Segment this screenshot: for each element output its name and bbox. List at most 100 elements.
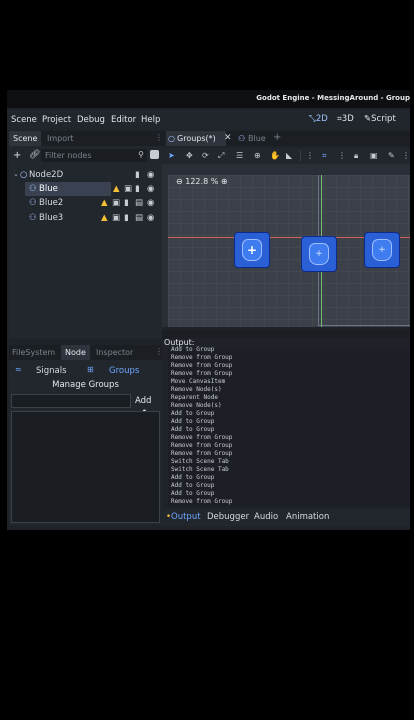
- menu-scene[interactable]: Scene: [11, 115, 37, 125]
- sprite-node-icon: ⚇: [29, 198, 37, 208]
- tab-output[interactable]: •Output: [166, 512, 201, 522]
- tab-node[interactable]: Node: [61, 345, 90, 360]
- tab-import[interactable]: Import: [47, 134, 74, 143]
- smart-snap-icon[interactable]: ⋮: [306, 151, 314, 160]
- lock-icon[interactable]: 🔒︎: [354, 151, 358, 161]
- tab-animation[interactable]: Animation: [286, 512, 329, 522]
- collapse-arrow-icon[interactable]: ⌄: [13, 170, 19, 178]
- selection-pivot-icon: +: [246, 243, 258, 257]
- menu-editor[interactable]: Editor: [111, 115, 136, 125]
- list-select-icon[interactable]: ☰: [236, 151, 243, 160]
- pan-tool-icon[interactable]: ✋: [270, 151, 280, 160]
- rotate-tool-icon[interactable]: ⟳: [202, 151, 209, 160]
- tab-scene[interactable]: Scene: [9, 131, 42, 146]
- add-tab-icon[interactable]: +: [273, 132, 281, 143]
- filter-nodes-input[interactable]: Filter nodes ⚲: [41, 149, 147, 162]
- log-line: Remove from Group: [171, 370, 233, 377]
- node-dock: FileSystem Node Inspector ⋮ ≈ Signals ⊞ …: [9, 345, 163, 525]
- tree-item-blue3[interactable]: ⚇ Blue3 ▲ ▣ ▮ ▤ ◉: [9, 211, 164, 225]
- scale-tool-icon[interactable]: ⤢: [218, 151, 224, 161]
- select-tool-icon[interactable]: ➤: [168, 151, 175, 160]
- bottom-panel-tabs: •Output Debugger Audio Animation: [162, 509, 410, 526]
- tab-groups-scene[interactable]: ○ Groups(*): [166, 131, 226, 146]
- script-icon[interactable]: ▮: [124, 213, 129, 223]
- log-line: Remove Node(s): [171, 402, 222, 409]
- workspace-2d-button[interactable]: ⤡2D: [309, 114, 328, 124]
- scene-dock: Scene Import ⋮ + 🔗︎ Filter nodes ⚲ ⌄ ○ N…: [9, 131, 164, 339]
- log-line: Switch Scene Tab: [171, 466, 229, 473]
- ruler-tool-icon[interactable]: ◣: [286, 151, 292, 160]
- zoom-out-icon[interactable]: ⊖: [176, 177, 183, 186]
- add-group-button[interactable]: Add: [135, 396, 151, 406]
- log-line: Remove from Group: [171, 498, 233, 505]
- title-bar: Godot Engine - MessingAround - Group: [7, 90, 410, 108]
- visibility-eye-icon[interactable]: ◉: [147, 198, 154, 208]
- log-line: Add to Group: [171, 418, 215, 425]
- dock-menu-icon[interactable]: ⋮: [155, 347, 163, 356]
- grid-snap-icon[interactable]: ⌗: [322, 151, 327, 161]
- script-icon[interactable]: ▮: [124, 198, 129, 208]
- output-log[interactable]: Add to Group Remove from Group Remove fr…: [168, 346, 410, 506]
- tree-item-blue[interactable]: ⚇ Blue ▲ ▣ ▮ ◉: [9, 182, 164, 196]
- groups-icon[interactable]: ▣: [112, 213, 120, 223]
- warning-icon[interactable]: ▲: [113, 184, 120, 194]
- workspace-3d-button[interactable]: ⌗3D: [337, 114, 354, 124]
- pivot-tool-icon[interactable]: ⊕: [254, 151, 261, 160]
- tree-item-blue2[interactable]: ⚇ Blue2 ▲ ▣ ▮ ▤ ◉: [9, 196, 164, 210]
- log-line: Switch Scene Tab: [171, 458, 229, 465]
- pivot-icon: +: [315, 249, 323, 259]
- bone-icon[interactable]: ✎: [388, 151, 395, 160]
- visibility-eye-icon[interactable]: ◉: [147, 184, 154, 194]
- tab-blue-scene[interactable]: Blue: [248, 134, 266, 143]
- groups-icon[interactable]: ▣: [124, 184, 132, 194]
- link-icon[interactable]: 🔗︎: [29, 150, 40, 160]
- more-icon[interactable]: ⋮: [402, 151, 410, 160]
- tab-filesystem[interactable]: FileSystem: [12, 348, 55, 357]
- snap-options-icon[interactable]: ⋮: [338, 151, 346, 160]
- node-label: Blue3: [39, 213, 64, 223]
- zoom-in-icon[interactable]: ⊕: [221, 177, 228, 186]
- lock-icon[interactable]: ▤: [135, 198, 143, 208]
- log-line: Add to Group: [171, 490, 215, 497]
- add-node-icon[interactable]: +: [13, 150, 21, 161]
- group-name-input[interactable]: [11, 394, 131, 408]
- groups-icon[interactable]: ▣: [112, 198, 120, 208]
- signal-icon: ≈: [15, 365, 22, 374]
- tree-item-node2d[interactable]: ⌄ ○ Node2D ▮ ◉: [9, 168, 164, 182]
- warning-icon[interactable]: ▲: [101, 213, 108, 223]
- sprite-blue3[interactable]: +: [364, 232, 400, 268]
- tab-debugger[interactable]: Debugger: [207, 512, 249, 522]
- move-tool-icon[interactable]: ✥: [186, 151, 193, 160]
- lock-icon[interactable]: ▤: [135, 213, 143, 223]
- script-attach-icon[interactable]: [150, 150, 159, 159]
- sprite-node-icon: ⚇: [29, 213, 37, 223]
- groups-button[interactable]: Groups: [109, 366, 139, 376]
- 2d-viewport[interactable]: ⊖ 122.8 % ⊕ + + +: [168, 175, 410, 327]
- sprite-blue2[interactable]: +: [301, 236, 337, 272]
- sprite-blue[interactable]: +: [234, 232, 270, 268]
- warning-icon[interactable]: ▲: [101, 198, 108, 208]
- groups-list[interactable]: [11, 411, 160, 523]
- signals-button[interactable]: Signals: [36, 366, 67, 376]
- group-icon[interactable]: ▣: [370, 151, 378, 160]
- log-line: Remove Node(s): [171, 386, 222, 393]
- filter-nodes-placeholder: Filter nodes: [45, 151, 92, 160]
- script-icon[interactable]: ▮: [135, 170, 140, 180]
- menu-debug[interactable]: Debug: [77, 115, 105, 125]
- zoom-level[interactable]: 122.8 %: [185, 177, 218, 186]
- menu-project[interactable]: Project: [42, 115, 71, 125]
- sprite-node-icon: ⚇: [238, 134, 246, 143]
- tab-audio[interactable]: Audio: [254, 512, 278, 522]
- godot-editor-window: Godot Engine - MessingAround - Group Sce…: [7, 90, 410, 530]
- manage-groups-button[interactable]: Manage Groups: [9, 380, 162, 390]
- workspace-script-button[interactable]: ✎Script: [364, 114, 396, 124]
- script-icon[interactable]: ▮: [135, 184, 140, 194]
- menu-help[interactable]: Help: [141, 115, 160, 125]
- log-line: Add to Group: [171, 482, 215, 489]
- tab-inspector[interactable]: Inspector: [96, 348, 133, 357]
- close-tab-icon[interactable]: ✕: [224, 133, 232, 143]
- visibility-eye-icon[interactable]: ◉: [147, 170, 154, 180]
- log-line: Remove from Group: [171, 442, 233, 449]
- visibility-eye-icon[interactable]: ◉: [147, 213, 154, 223]
- toolbar-separator: [300, 151, 301, 161]
